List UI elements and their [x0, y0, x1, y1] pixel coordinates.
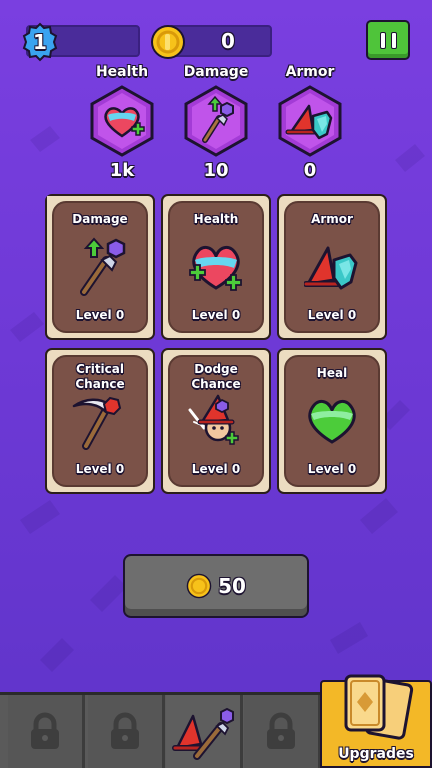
stat-hex: [275, 84, 345, 158]
coin-icon: [151, 25, 185, 59]
stat-armor: Armor 0: [270, 64, 350, 181]
lock-icon: [267, 712, 295, 749]
card-title: Health: [193, 212, 239, 226]
pause-icon: [379, 31, 386, 49]
card-level: Level 0: [191, 462, 241, 476]
upgrade-card-heal[interactable]: Heal Level 0: [277, 348, 387, 494]
scythe-icon: [72, 396, 122, 450]
nav-tab-locked-3[interactable]: [244, 695, 321, 768]
stat-value: 1k: [109, 160, 135, 181]
upgrade-card-critical-chance[interactable]: Critical Chance Level 0: [45, 348, 155, 494]
pause-button[interactable]: [366, 20, 410, 60]
green-heart-icon: [308, 400, 356, 444]
lock-icon: [111, 712, 139, 749]
wizard-icon: [188, 394, 239, 445]
stat-label: Health: [95, 64, 149, 80]
level-badge: 1: [20, 22, 60, 62]
stat-damage: Damage 10: [176, 64, 256, 181]
nav-tab-locked-1[interactable]: [8, 695, 85, 768]
card-title: Critical Chance: [75, 362, 125, 391]
card-level: Level 0: [307, 462, 357, 476]
card-title: Damage: [72, 212, 128, 226]
armor-icon: [278, 85, 342, 157]
wizard-hat-staff-icon: [172, 707, 234, 760]
staff-icon: [184, 85, 248, 157]
card-title: Heal: [316, 366, 348, 380]
nav-tab-hero[interactable]: [166, 695, 243, 768]
upgrade-card-dodge-chance[interactable]: Dodge Chance Level 0: [161, 348, 271, 494]
lock-icon: [31, 712, 59, 749]
card-title: Dodge Chance: [191, 362, 241, 391]
coin-amount: 0: [221, 29, 235, 53]
heart-icon: [189, 246, 242, 291]
staff-icon: [80, 237, 126, 296]
upgrades-label: Upgrades: [338, 746, 414, 762]
stat-label: Damage: [183, 64, 249, 80]
stat-health: Health 1k: [82, 64, 162, 181]
coin-icon: [186, 573, 212, 599]
stat-value: 10: [203, 160, 229, 181]
level-number: 1: [33, 30, 47, 54]
nav-tab-upgrades[interactable]: Upgrades: [320, 674, 432, 768]
stat-hex: [87, 84, 157, 158]
upgrade-card-health[interactable]: Health Level 0: [161, 194, 271, 340]
nav-tab-locked-2[interactable]: [88, 695, 165, 768]
stat-label: Armor: [285, 64, 335, 80]
card-level: Level 0: [75, 462, 125, 476]
stat-value: 0: [303, 160, 317, 181]
heart-icon: [90, 85, 154, 157]
buy-upgrade-button[interactable]: 50: [123, 554, 309, 618]
buy-cost: 50: [218, 574, 246, 598]
card-title: Armor: [311, 212, 353, 226]
stat-hex: [181, 84, 251, 158]
card-level: Level 0: [191, 308, 241, 322]
upgrade-card-damage[interactable]: Damage Level 0: [45, 194, 155, 340]
cards-icon: [344, 674, 414, 740]
card-level: Level 0: [307, 308, 357, 322]
upgrade-card-armor[interactable]: Armor Level 0: [277, 194, 387, 340]
card-level: Level 0: [75, 308, 125, 322]
armor-icon: [304, 246, 358, 290]
